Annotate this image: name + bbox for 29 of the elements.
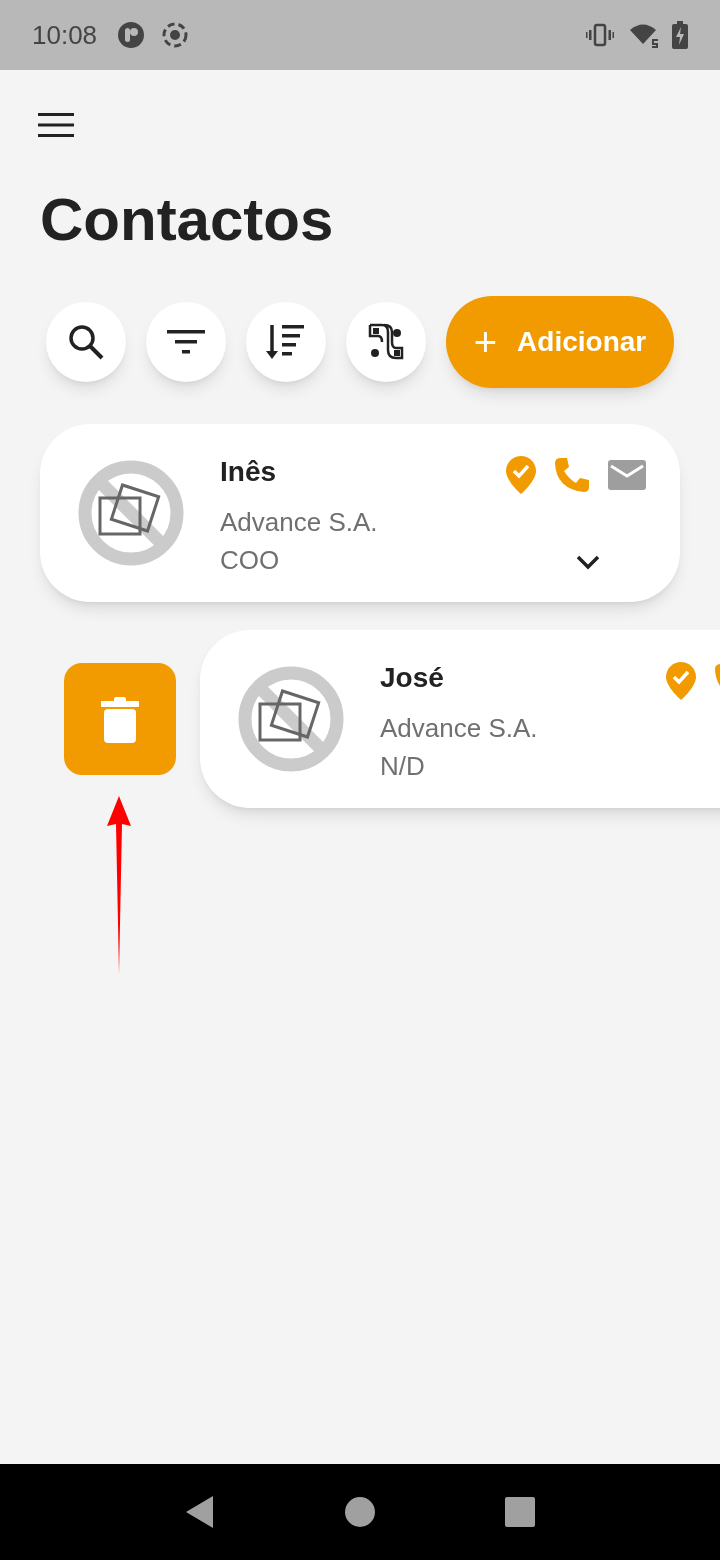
contact-card[interactable]: Inês Advance S.A. COO [40,424,680,602]
location-check-icon[interactable] [506,456,536,494]
filter-icon [167,330,205,354]
route-icon [366,322,406,362]
contact-role: N/D [380,750,426,783]
page-title: Contactos [40,185,335,255]
contact-role: COO [220,544,281,577]
menu-icon[interactable] [38,113,74,137]
status-time: 10:08 [32,18,98,52]
sort-icon [266,323,306,361]
battery-icon [672,21,688,49]
trash-icon [101,695,139,743]
contact-company: Advance S.A. [220,506,378,539]
expand-chevron-icon[interactable] [576,554,600,570]
search-icon [67,323,105,361]
home-icon[interactable] [345,1497,375,1527]
record-icon [161,21,190,49]
contact-card[interactable]: José Advance S.A. N/D [200,630,720,808]
back-icon[interactable] [185,1495,215,1529]
email-icon[interactable] [608,460,646,490]
contact-name: Inês [220,455,278,489]
app-notification-icon [117,21,146,49]
location-check-icon[interactable] [666,662,696,700]
vibrate-icon [586,23,614,47]
contact-company: Advance S.A. [380,712,538,745]
wifi-icon [630,22,660,48]
no-photo-icon [238,666,344,772]
contact-name: José [380,661,445,695]
no-photo-icon [78,460,184,566]
